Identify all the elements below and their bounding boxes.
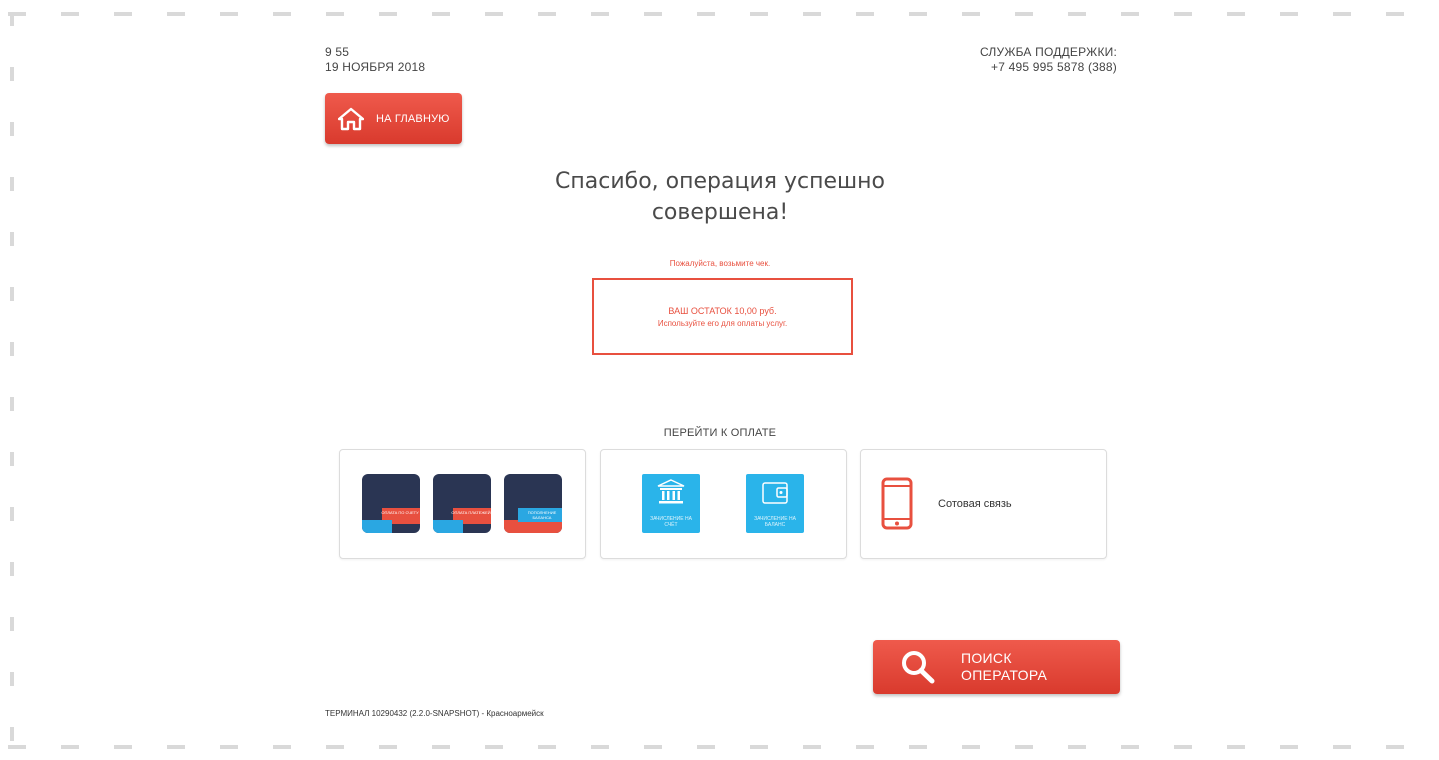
search-label-line-1: ПОИСК — [961, 650, 1012, 666]
mobile-phone-icon — [881, 477, 913, 530]
mobile-label: Сотовая связь — [938, 498, 1012, 510]
payment-card-mobile[interactable]: Сотовая связь — [860, 449, 1107, 559]
wallet-icon — [762, 482, 788, 504]
bank-icon — [657, 479, 685, 504]
tile-top-up-balance[interactable]: ПОПОЛНЕНИЕ БАЛАНСА — [504, 474, 562, 533]
home-button[interactable]: НА ГЛАВНУЮ — [325, 93, 462, 144]
tile-label: ЗАЧИСЛЕНИЕ НА СЧЁТ — [650, 516, 692, 528]
search-label-line-2: ОПЕРАТОРА — [961, 667, 1048, 683]
tile-pay-by-invoice[interactable]: ОПЛАТА ПО СЧЕТУ — [362, 474, 420, 533]
balance-box: ВАШ ОСТАТОК 10,00 руб. Используйте его д… — [592, 278, 853, 355]
clock-time: 9 55 — [325, 45, 350, 59]
search-icon — [902, 651, 935, 684]
payment-card-services[interactable]: ОПЛАТА ПО СЧЕТУ ОПЛАТА ПЛАТЕЖЕЙ ПОПОЛНЕН… — [339, 449, 586, 559]
home-button-label: НА ГЛАВНУЮ — [376, 112, 450, 125]
clock-date: 19 НОЯБРЯ 2018 — [325, 60, 426, 74]
support-label: СЛУЖБА ПОДДЕРЖКИ: — [979, 45, 1117, 59]
goto-payment-heading: ПЕРЕЙТИ К ОПЛАТЕ — [663, 427, 777, 439]
terminal-info: ТЕРМИНАЛ 10290432 (2.2.0-SNAPSHOT) - Кра… — [325, 709, 544, 718]
clock: 9 55 19 НОЯБРЯ 2018 — [325, 45, 425, 75]
success-line-2: совершена! — [651, 200, 789, 225]
tile-pay-payments[interactable]: ОПЛАТА ПЛАТЕЖЕЙ — [433, 474, 491, 533]
success-message: Спасибо, операция успешно совершена! — [520, 166, 920, 228]
search-button-label: ПОИСК ОПЕРАТОРА — [961, 650, 1047, 684]
tile-credit-to-balance[interactable]: ЗАЧИСЛЕНИЕ НА БАЛАНС — [746, 474, 804, 533]
tile-label: ОПЛАТА ПЛАТЕЖЕЙ — [451, 510, 491, 515]
support-info: СЛУЖБА ПОДДЕРЖКИ: +7 495 995 5878 (388) — [980, 45, 1117, 75]
balance-hint: Используйте его для оплаты услуг. — [657, 318, 788, 328]
dashed-border-top — [8, 12, 1433, 16]
payment-card-transfers[interactable]: ЗАЧИСЛЕНИЕ НА СЧЁТ ЗАЧИСЛЕНИЕ НА БАЛАНС — [600, 449, 847, 559]
tile-credit-to-account[interactable]: ЗАЧИСЛЕНИЕ НА СЧЁТ — [642, 474, 700, 533]
success-line-1: Спасибо, операция успешно — [555, 169, 885, 194]
take-receipt-text: Пожалуйста, возьмите чек. — [669, 259, 771, 268]
search-operator-button[interactable]: ПОИСК ОПЕРАТОРА — [873, 640, 1120, 694]
balance-amount: ВАШ ОСТАТОК 10,00 руб. — [668, 305, 777, 316]
dashed-border-bottom — [8, 745, 1433, 749]
support-phone: +7 495 995 5878 (388) — [991, 60, 1117, 74]
tile-label: ОПЛАТА ПО СЧЕТУ — [381, 510, 419, 515]
dashed-border-left — [10, 12, 14, 748]
tile-label: ЗАЧИСЛЕНИЕ НА БАЛАНС — [754, 516, 796, 528]
tile-label: ПОПОЛНЕНИЕ БАЛАНСА — [527, 510, 557, 520]
home-icon — [338, 107, 364, 130]
